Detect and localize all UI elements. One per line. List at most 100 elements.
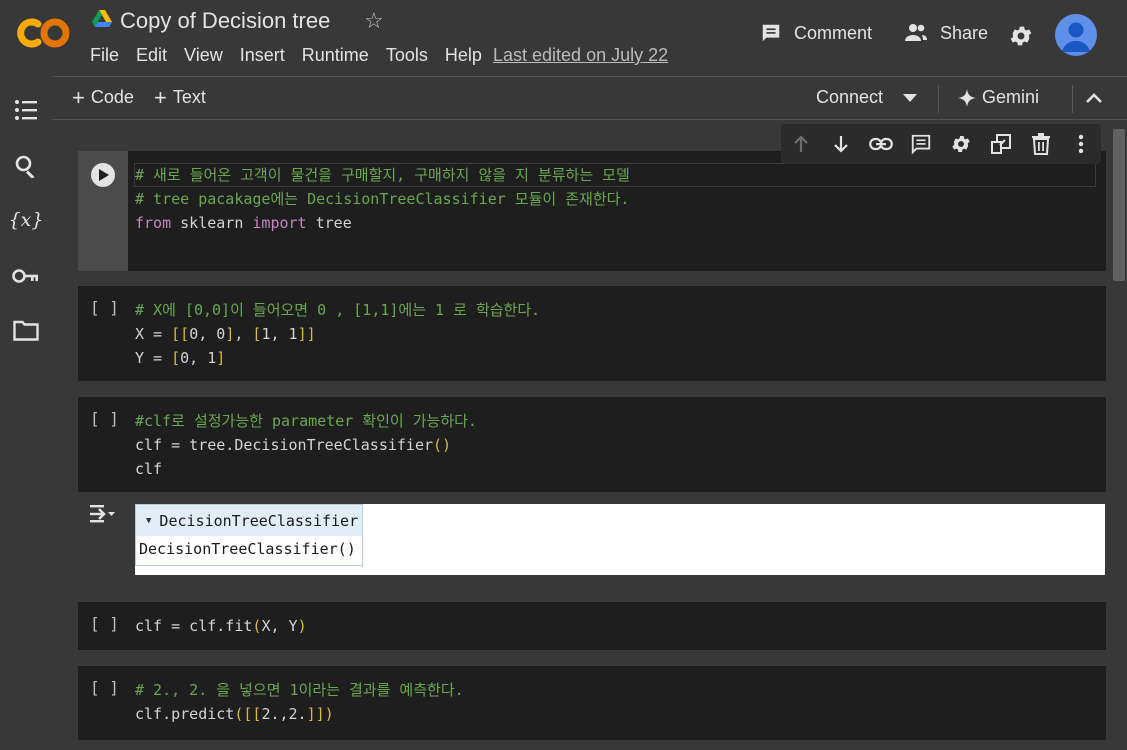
connect-dropdown-chevron-icon[interactable] xyxy=(902,93,918,103)
last-edited-link[interactable]: Last edited on July 22 xyxy=(493,45,668,66)
search-icon[interactable] xyxy=(12,152,40,180)
code-editor[interactable]: #clf로 설정가능한 parameter 확인이 가능하다. clf = tre… xyxy=(135,409,477,481)
share-button[interactable]: Share xyxy=(904,22,988,44)
code-cell[interactable]: [ ] # 2., 2. 을 넣으면 1이라는 결과를 예측한다. clf.pre… xyxy=(78,666,1106,740)
people-icon xyxy=(905,24,927,41)
menu-bar: File Edit View Insert Runtime Tools Help xyxy=(90,45,499,66)
code-token: #clf로 설정가능한 parameter 확인이 가능하다. xyxy=(135,412,477,430)
user-avatar[interactable] xyxy=(1055,14,1097,56)
code-token: Y = xyxy=(135,349,172,367)
run-cell-bracket[interactable]: [ ] xyxy=(90,298,119,317)
vertical-scrollbar[interactable] xyxy=(1111,121,1127,750)
menu-help[interactable]: Help xyxy=(445,45,482,66)
run-cell-bracket[interactable]: [ ] xyxy=(90,614,119,633)
code-cell[interactable]: # 새로 들어온 고객이 물건을 구매할지, 구매하지 않을 지 분류하는 모델… xyxy=(78,151,1106,271)
notebook-toolbar: + Code + Text Connect Gemini xyxy=(52,76,1127,120)
code-token: 1, 1 xyxy=(261,325,298,343)
toolbar-divider xyxy=(938,85,939,113)
menu-file[interactable]: File xyxy=(90,45,119,66)
code-token: 2.,2. xyxy=(261,705,307,723)
colab-logo-icon[interactable] xyxy=(16,14,74,52)
scrollbar-thumb[interactable] xyxy=(1113,129,1125,281)
menu-runtime[interactable]: Runtime xyxy=(302,45,369,66)
app-header: Copy of Decision tree ☆ File Edit View I… xyxy=(0,0,1127,76)
connect-button[interactable]: Connect xyxy=(816,87,883,108)
cell-toolbar xyxy=(781,124,1101,164)
estimator-name: DecisionTreeClassifier xyxy=(159,511,359,530)
code-editor[interactable]: # X에 [0,0]이 들어오면 0 , [1,1]에는 1 로 학습한다. X … xyxy=(135,298,540,370)
add-text-button[interactable]: + Text xyxy=(154,86,206,108)
add-text-label: Text xyxy=(172,87,206,107)
code-line: #clf로 설정가능한 parameter 확인이 가능하다. xyxy=(135,409,477,433)
menu-edit[interactable]: Edit xyxy=(136,45,167,66)
code-editor[interactable]: clf = clf.fit(X, Y) xyxy=(135,614,307,638)
code-token: clf.predict xyxy=(135,705,235,723)
add-code-button[interactable]: + Code xyxy=(72,84,134,110)
menu-insert[interactable]: Insert xyxy=(240,45,285,66)
code-token: ] xyxy=(216,349,226,367)
secrets-key-icon[interactable] xyxy=(12,262,40,290)
output-actions-icon[interactable] xyxy=(88,502,116,526)
code-line: # tree pacakage에는 DecisionTreeClassifier… xyxy=(135,187,630,211)
estimator-repr: DecisionTreeClassifier() xyxy=(139,540,356,558)
code-token: () xyxy=(433,436,452,454)
comment-button[interactable]: Comment xyxy=(760,22,872,44)
code-token: ]] xyxy=(297,325,316,343)
mirror-cell-in-tab-icon[interactable] xyxy=(981,124,1021,164)
code-token: ] xyxy=(225,325,235,343)
code-cell[interactable]: [ ] clf = clf.fit(X, Y) xyxy=(78,602,1106,650)
code-line: # 2., 2. 을 넣으면 1이라는 결과를 예측한다. xyxy=(135,678,464,702)
plus-icon: + xyxy=(72,84,85,110)
run-cell-bracket[interactable]: [ ] xyxy=(90,409,119,428)
code-line: X = [[0, 0], [1, 1]] xyxy=(135,322,540,346)
code-token: # 새로 들어온 고객이 물건을 구매할지, 구매하지 않을 지 분류하는 모델 xyxy=(135,166,630,184)
files-folder-icon[interactable] xyxy=(12,316,40,344)
left-sidebar: {x} xyxy=(0,76,52,750)
code-editor[interactable]: # 2., 2. 을 넣으면 1이라는 결과를 예측한다. clf.predict… xyxy=(135,678,464,726)
collapse-header-chevron-up-icon[interactable] xyxy=(1085,92,1103,104)
estimator-box: ▼ DecisionTreeClassifier DecisionTreeCla… xyxy=(135,504,363,567)
code-token: ]]) xyxy=(306,705,334,723)
code-token: ([[ xyxy=(234,705,262,723)
code-token: clf xyxy=(135,460,163,478)
move-cell-up-icon[interactable] xyxy=(781,124,821,164)
notebook-title[interactable]: Copy of Decision tree xyxy=(120,8,330,34)
gemini-button[interactable]: Gemini xyxy=(958,87,1039,108)
menu-tools[interactable]: Tools xyxy=(386,45,428,66)
code-token: 0, 0 xyxy=(189,325,226,343)
code-cell[interactable]: [ ] #clf로 설정가능한 parameter 확인이 가능하다. clf =… xyxy=(78,397,1106,492)
code-token: X, Y xyxy=(261,617,298,635)
link-icon[interactable] xyxy=(861,124,901,164)
table-of-contents-icon[interactable] xyxy=(12,96,40,124)
menu-view[interactable]: View xyxy=(184,45,223,66)
gemini-label: Gemini xyxy=(982,87,1040,107)
estimator-toggle[interactable]: ▼ DecisionTreeClassifier xyxy=(136,505,362,536)
run-cell-bracket[interactable]: [ ] xyxy=(90,678,119,697)
cell-settings-gear-icon[interactable] xyxy=(941,124,981,164)
code-line: # X에 [0,0]이 들어오면 0 , [1,1]에는 1 로 학습한다. xyxy=(135,298,540,322)
delete-cell-trash-icon[interactable] xyxy=(1021,124,1061,164)
variables-icon[interactable]: {x} xyxy=(9,206,44,234)
play-icon xyxy=(99,169,109,181)
code-token: sklearn xyxy=(171,214,253,232)
code-token: clf = tree.DecisionTreeClassifier xyxy=(135,436,434,454)
code-token: [ xyxy=(171,349,181,367)
more-options-kebab-icon[interactable] xyxy=(1061,124,1101,164)
code-line: # 새로 들어온 고객이 물건을 구매할지, 구매하지 않을 지 분류하는 모델 xyxy=(135,163,630,187)
comment-icon xyxy=(762,24,780,42)
move-cell-down-icon[interactable] xyxy=(821,124,861,164)
triangle-down-icon: ▼ xyxy=(146,515,152,526)
code-token: from xyxy=(135,214,172,232)
comment-label: Comment xyxy=(794,22,873,43)
settings-gear-icon[interactable] xyxy=(1008,23,1034,49)
star-icon[interactable]: ☆ xyxy=(364,9,384,34)
add-comment-icon[interactable] xyxy=(901,124,941,164)
code-token: clf = clf.fit xyxy=(135,617,253,635)
code-line: clf.predict([[2.,2.]]) xyxy=(135,702,464,726)
run-cell-button[interactable] xyxy=(91,163,115,187)
google-drive-icon[interactable] xyxy=(92,10,112,28)
code-line: from sklearn import tree xyxy=(135,211,630,235)
code-editor[interactable]: # 새로 들어온 고객이 물건을 구매할지, 구매하지 않을 지 분류하는 모델… xyxy=(135,163,630,235)
code-cell[interactable]: [ ] # X에 [0,0]이 들어오면 0 , [1,1]에는 1 로 학습한… xyxy=(78,286,1106,381)
estimator-divider xyxy=(362,535,363,567)
